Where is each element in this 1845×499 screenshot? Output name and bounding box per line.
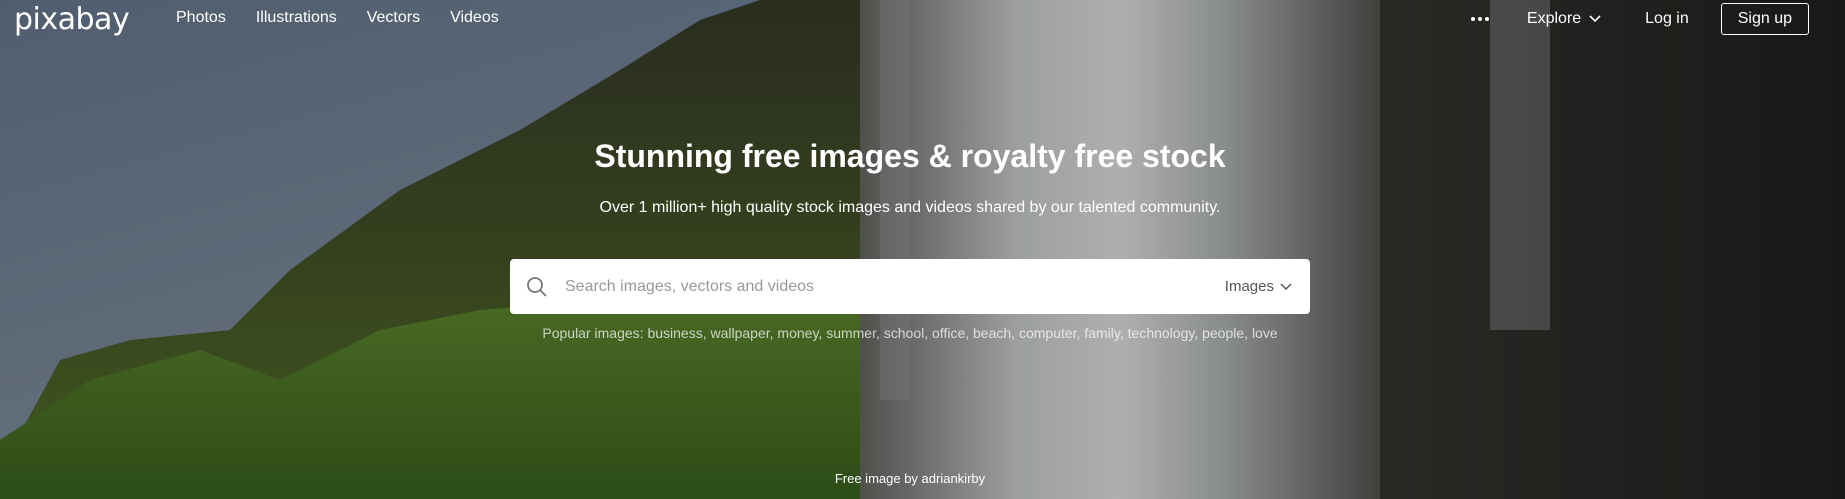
popular-tag[interactable]: business [647,325,702,341]
popular-tag[interactable]: technology [1128,325,1195,341]
nav-photos[interactable]: Photos [176,9,226,27]
popular-searches: Popular images: business, wallpaper, mon… [542,325,1278,341]
popular-tag[interactable]: people [1202,325,1244,341]
popular-tag[interactable]: wallpaper [710,325,769,341]
popular-tag[interactable]: love [1252,325,1278,341]
hero-subline: Over 1 million+ high quality stock image… [599,199,1221,216]
popular-tag[interactable]: family [1084,325,1120,341]
explore-menu[interactable]: Explore [1527,10,1601,28]
main-nav: Photos Illustrations Vectors Videos [176,9,529,27]
popular-tag[interactable]: school [884,325,924,341]
media-type-select[interactable]: Images [1225,278,1292,295]
more-options-icon[interactable] [1470,17,1489,21]
hero-section: pixabay Photos Illustrations Vectors Vid… [0,0,1845,499]
image-overlay [0,0,1845,499]
nav-vectors[interactable]: Vectors [367,9,420,27]
explore-label: Explore [1526,10,1582,27]
popular-tag[interactable]: summer [826,325,876,341]
search-input[interactable] [563,276,1225,297]
hero-headline: Stunning free images & royalty free stoc… [594,138,1226,174]
nav-illustrations[interactable]: Illustrations [256,9,337,27]
popular-prefix: Popular images: [542,325,644,341]
login-link[interactable]: Log in [1645,10,1689,28]
nav-videos[interactable]: Videos [450,9,499,27]
signup-button[interactable]: Sign up [1720,3,1809,35]
chevron-down-icon [1589,15,1601,23]
image-credit[interactable]: Free image by adriankirby [0,471,1820,486]
search-bar: Images [510,259,1310,314]
top-navigation: pixabay Photos Illustrations Vectors Vid… [0,0,1845,40]
media-type-label: Images [1224,278,1274,295]
popular-tag[interactable]: office [932,325,965,341]
nav-actions: Explore Log in Sign up [1470,3,1809,35]
search-icon[interactable] [525,275,549,299]
chevron-down-icon [1280,282,1292,290]
pixabay-logo[interactable]: pixabay [14,2,130,37]
popular-tag[interactable]: computer [1019,325,1077,341]
popular-tag[interactable]: money [777,325,818,341]
popular-tag[interactable]: beach [973,325,1011,341]
